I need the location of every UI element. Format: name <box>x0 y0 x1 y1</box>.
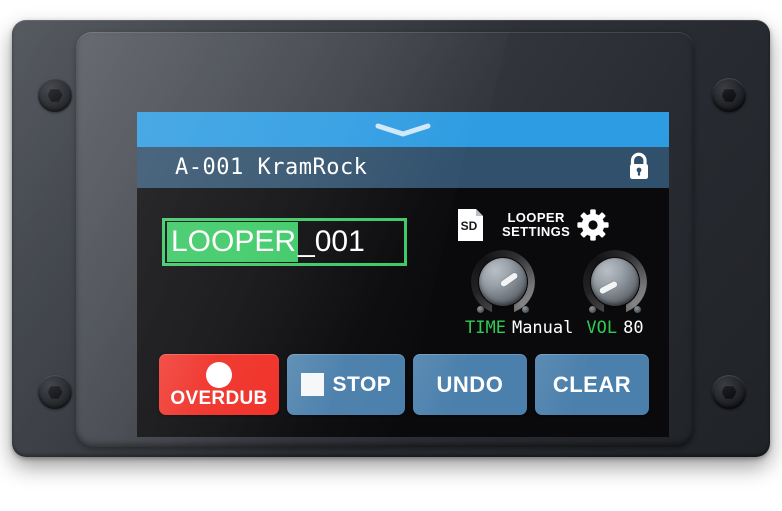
time-knob-group[interactable]: TIME Manual <box>465 250 573 338</box>
looper-settings-label-line2: SETTINGS <box>502 224 571 239</box>
looper-settings-header[interactable]: SD LOOPER SETTINGS <box>457 204 652 246</box>
vol-knob[interactable] <box>583 250 647 315</box>
sd-card-icon[interactable]: SD <box>457 208 484 242</box>
screw-bottom-right <box>712 375 746 409</box>
lcd-touchscreen[interactable]: A-001 KramRock LOOPER _001 SD LOOPER SET… <box>137 112 669 437</box>
overdub-button-label: OVERDUB <box>170 388 268 409</box>
time-knob-caption: TIME Manual <box>465 318 573 338</box>
preset-title-bar[interactable]: A-001 KramRock <box>137 147 669 188</box>
clear-button-label: CLEAR <box>552 371 632 397</box>
device-chassis: A-001 KramRock LOOPER _001 SD LOOPER SET… <box>12 20 770 457</box>
device-stage: A-001 KramRock LOOPER _001 SD LOOPER SET… <box>0 0 782 511</box>
screw-top-right <box>712 78 746 112</box>
vol-knob-label: VOL <box>586 318 618 338</box>
lock-button[interactable] <box>625 151 655 185</box>
vol-knob-caption: VOL 80 <box>577 318 653 338</box>
record-circle-icon <box>205 362 232 388</box>
padlock-unlocked-icon[interactable] <box>625 151 655 185</box>
vol-knob-pointer <box>598 280 619 295</box>
vol-knob-foot-left <box>589 306 596 313</box>
looper-name-selected-text: LOOPER <box>167 222 299 262</box>
stop-button[interactable]: STOP <box>286 354 405 415</box>
transport-button-row: OVERDUB STOP UNDO CLEAR <box>159 354 649 415</box>
overdub-button[interactable]: OVERDUB <box>159 354 279 415</box>
time-knob-foot-left <box>477 306 484 313</box>
chevron-down-icon[interactable] <box>373 122 433 138</box>
stop-square-icon <box>300 373 324 396</box>
looper-settings-label: LOOPER SETTINGS <box>502 211 570 239</box>
vol-knob-cap[interactable] <box>591 258 639 306</box>
vol-knob-group[interactable]: VOL 80 <box>577 250 653 338</box>
undo-button-label: UNDO <box>436 371 504 397</box>
vol-knob-foot-right <box>634 306 641 313</box>
looper-settings-label-line1: LOOPER <box>507 210 565 225</box>
undo-button[interactable]: UNDO <box>412 354 527 415</box>
time-knob-pointer <box>499 271 519 288</box>
looper-name-remaining-text: _001 <box>298 225 365 258</box>
screw-hex-socket <box>721 385 737 399</box>
preset-title-text: A-001 KramRock <box>175 155 368 180</box>
time-knob-foot-right <box>522 306 529 313</box>
looper-work-area: LOOPER _001 SD LOOPER SETTINGS TIME Manu… <box>137 188 669 437</box>
screw-top-left <box>38 78 72 112</box>
screw-hex-socket <box>721 88 737 102</box>
time-knob-cap[interactable] <box>479 258 527 306</box>
screw-hex-socket <box>47 385 63 399</box>
screw-bottom-left <box>38 375 72 409</box>
svg-text:SD: SD <box>461 219 478 233</box>
vol-knob-value: 80 <box>623 318 644 338</box>
drag-bar[interactable] <box>137 112 669 147</box>
time-knob[interactable] <box>471 250 535 315</box>
looper-name-input[interactable]: LOOPER _001 <box>162 218 407 266</box>
looper-settings-button[interactable] <box>577 209 609 241</box>
screw-hex-socket <box>47 88 63 102</box>
time-knob-value: Manual <box>511 318 574 338</box>
time-knob-label: TIME <box>465 318 506 338</box>
stop-button-label: STOP <box>332 372 392 396</box>
clear-button[interactable]: CLEAR <box>534 354 649 415</box>
gear-icon[interactable] <box>577 209 609 241</box>
